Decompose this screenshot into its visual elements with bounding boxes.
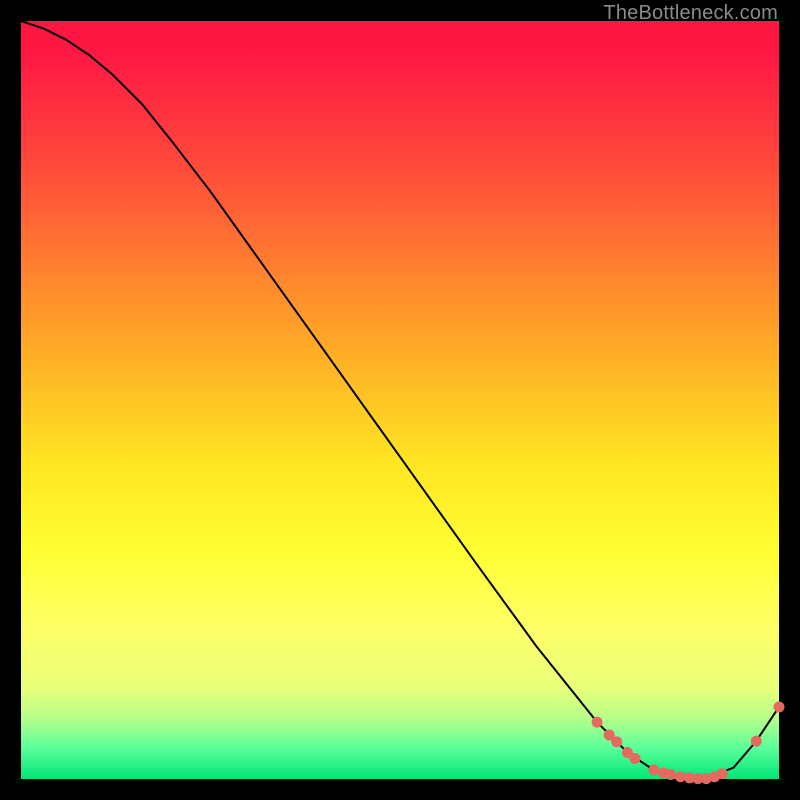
curve-marker [649, 765, 659, 775]
curve-marker [612, 737, 622, 747]
bottleneck-curve [21, 21, 779, 779]
chart-container: TheBottleneck.com [0, 0, 800, 800]
curve-marker [666, 769, 676, 779]
curve-marker [774, 702, 784, 712]
chart-svg [21, 21, 779, 779]
curve-marker [717, 769, 727, 779]
plot-area [21, 21, 779, 779]
curve-marker [675, 772, 685, 782]
curve-marker [751, 736, 761, 746]
curve-markers [592, 702, 784, 784]
curve-marker [592, 717, 602, 727]
curve-marker [630, 754, 640, 764]
